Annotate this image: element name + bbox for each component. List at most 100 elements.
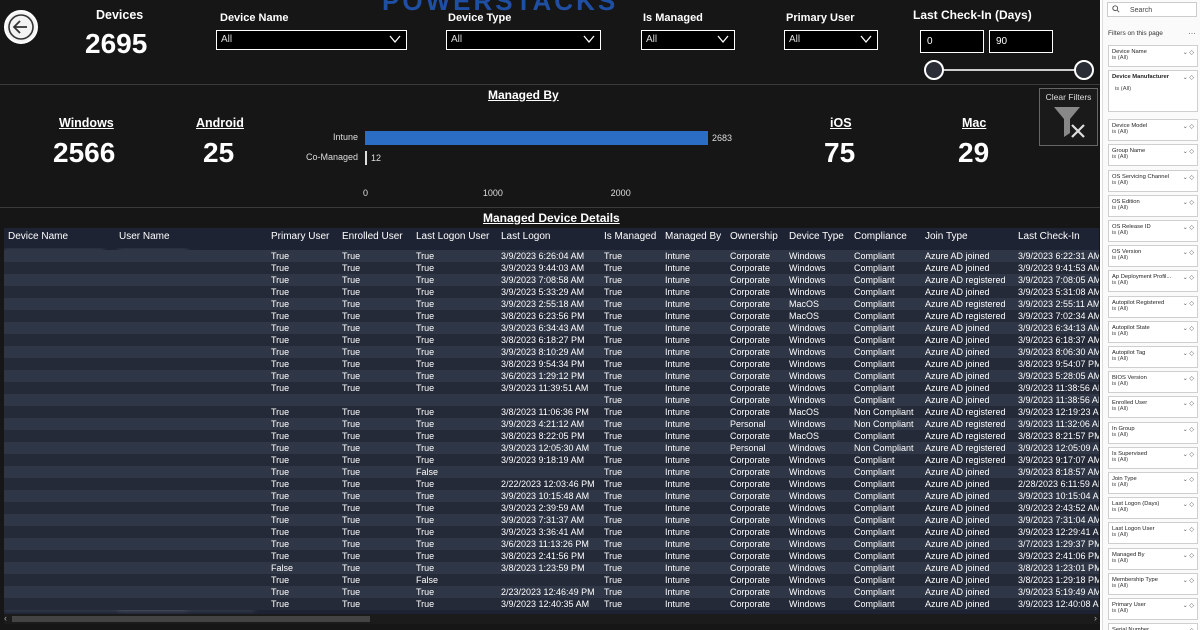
table-row[interactable]: True True True 3/9/2023 8:10:29 AM True Intun… [4,346,1099,358]
table-row[interactable]: True True True 3/9/2023 4:21:12 AM True Intun… [4,418,1099,430]
filter-card[interactable]: Primary User is (All) ⌄ ◇ [1108,598,1198,620]
chevron-down-icon[interactable]: ⌄ ◇ [1183,300,1194,307]
chevron-down-icon[interactable]: ⌄ ◇ [1183,552,1194,559]
table-row[interactable]: True Intune Corporate Windows Compliant Azure… [4,394,1099,406]
table-row[interactable]: True True True 3/6/2023 1:29:12 PM True Intun… [4,370,1099,382]
chevron-down-icon[interactable]: ⌄ ◇ [1183,577,1194,584]
chevron-down-icon[interactable]: ⌄ ◇ [1183,426,1194,433]
filter-card[interactable]: Ap Deployment Profil... is (All) ⌄ ◇ [1108,270,1198,293]
filter-card[interactable]: OS Edition is (All) ⌄ ◇ [1108,194,1198,217]
filter-card[interactable]: Device Model is (All) ⌄ ◇ [1108,119,1198,142]
back-button[interactable] [4,10,38,44]
filter-card[interactable]: Autopilot State is (All) ⌄ ◇ [1108,320,1198,343]
chevron-down-icon[interactable]: ⌄ ◇ [1183,174,1194,181]
scrollbar-thumb[interactable] [12,616,370,622]
filter-card[interactable]: Autopilot Registered is (All) ⌄ ◇ [1108,295,1198,318]
table-row[interactable]: True True True 3/9/2023 9:18:19 AM True Intun… [4,454,1099,466]
is-managed-dropdown[interactable]: All [641,30,735,50]
more-options-icon[interactable]: … [1188,27,1196,36]
column-header[interactable]: User Name [119,228,170,246]
filter-card[interactable]: Join Type is (All) ⌄ ◇ [1108,472,1198,494]
table-row[interactable]: True True True 3/8/2023 6:23:56 PM True Intun… [4,310,1099,322]
filter-card[interactable]: OS Release ID is (All) ⌄ ◇ [1108,220,1198,242]
chevron-down-icon[interactable]: ⌄ ◇ [1183,375,1194,382]
column-header[interactable]: Is Managed [604,228,656,246]
filter-card[interactable]: Device Manufacturer is (All) ⌄ ◇ [1108,70,1198,113]
column-header[interactable]: Enrolled User [342,228,403,246]
chevron-down-icon[interactable]: ⌄ ◇ [1183,451,1194,458]
table-row[interactable]: True True True 3/9/2023 6:26:04 AM True Intun… [4,250,1099,262]
table-row[interactable]: True True False True Intune Corporate Windows C… [4,574,1099,586]
chevron-down-icon[interactable]: ⌄ ◇ [1183,249,1194,256]
chevron-down-icon[interactable]: ⌄ ◇ [1183,274,1194,281]
chevron-down-icon[interactable]: ⌄ ◇ [1183,199,1194,206]
chevron-down-icon[interactable]: ⌄ ◇ [1183,526,1194,533]
table-row[interactable]: True True True 3/9/2023 6:34:43 AM True Intun… [4,322,1099,334]
table-row[interactable]: True True True 3/9/2023 12:40:35 AM True Intu… [4,598,1099,610]
filter-card[interactable]: Autopilot Tag is (All) ⌄ ◇ [1108,346,1198,368]
table-row[interactable]: True True True 3/8/2023 9:54:34 PM True Intun… [4,358,1099,370]
chevron-down-icon[interactable]: ⌄ ◇ [1183,350,1194,357]
table-horizontal-scrollbar[interactable]: ‹ › [4,613,1099,624]
chevron-down-icon[interactable]: ⌄ ◇ [1183,400,1194,407]
table-row[interactable]: True True True 3/9/2023 2:39:59 AM True Intun… [4,502,1099,514]
bar-intune[interactable] [365,131,708,145]
device-type-dropdown[interactable]: All [446,30,601,50]
column-header[interactable]: Last Logon User [416,228,489,246]
table-row[interactable]: True True True 3/6/2023 11:13:26 PM True Intu… [4,538,1099,550]
table-row[interactable]: True True True 3/9/2023 7:31:37 AM True Intun… [4,514,1099,526]
last-checkin-min-input[interactable]: 0 [920,30,984,53]
last-checkin-max-input[interactable]: 90 [989,30,1053,53]
filter-card[interactable]: In Group is (All) ⌄ ◇ [1108,421,1198,444]
filter-card[interactable]: OS Version is (All) ⌄ ◇ [1108,245,1198,268]
table-row[interactable]: True True True 3/9/2023 7:08:58 AM True Intun… [4,274,1099,286]
table-row[interactable]: True True True 2/22/2023 12:03:46 PM True Int… [4,478,1099,490]
table-row[interactable]: True True True 3/8/2023 2:41:56 PM True Intun… [4,550,1099,562]
slider-max-handle[interactable] [1074,60,1094,80]
chevron-down-icon[interactable]: ⌄ ◇ [1183,325,1194,332]
filter-card[interactable]: Serial Number⌄ ◇ [1108,623,1198,630]
table-row[interactable]: True True True 3/9/2023 12:05:30 AM True Intu… [4,442,1099,454]
filter-card[interactable]: Last Logon User is (All) ⌄ ◇ [1108,522,1198,545]
table-row[interactable]: True True True 3/9/2023 3:36:41 AM True Intun… [4,526,1099,538]
filter-card[interactable]: Enrolled User is (All) ⌄ ◇ [1108,396,1198,419]
clear-filters-button[interactable]: Clear Filters [1039,88,1098,146]
filter-card[interactable]: Membership Type is (All) ⌄ ◇ [1108,572,1198,595]
bar-co-managed[interactable] [365,151,367,165]
scroll-left-icon[interactable]: ‹ [4,613,7,623]
filter-card[interactable]: Device Name is (All) ⌄ ◇ [1108,45,1198,67]
table-row[interactable]: True True True 3/9/2023 5:33:29 AM True Intun… [4,286,1099,298]
chevron-down-icon[interactable]: ⌄ ◇ [1183,49,1194,56]
chevron-down-icon[interactable]: ⌄ ◇ [1183,224,1194,231]
column-header[interactable]: Last Logon [501,228,551,246]
column-header[interactable]: Managed By [665,228,721,246]
chevron-down-icon[interactable]: ⌄ ◇ [1183,602,1194,609]
filter-card[interactable]: Managed By is (All) ⌄ ◇ [1108,547,1198,570]
filter-card[interactable]: Group Name is (All) ⌄ ◇ [1108,144,1198,167]
table-row[interactable]: True True True 3/8/2023 11:06:36 PM True Intu… [4,406,1099,418]
table-row[interactable]: True True True 3/9/2023 10:15:48 AM True Intu… [4,490,1099,502]
chevron-down-icon[interactable]: ⌄ ◇ [1183,74,1194,81]
table-row[interactable]: True True False True Intune Corporate Windows C… [4,466,1099,478]
table-row[interactable]: True True True 3/8/2023 8:22:05 PM True Intun… [4,430,1099,442]
filter-card[interactable]: BIOS Version is (All) ⌄ ◇ [1108,371,1198,394]
filter-card[interactable]: Is Supervised is (All) ⌄ ◇ [1108,446,1198,469]
table-row[interactable]: True True True 3/8/2023 6:18:27 PM True Intun… [4,334,1099,346]
scroll-right-icon[interactable]: › [1094,613,1097,623]
table-row[interactable]: True True True 3/9/2023 2:55:18 AM True Intun… [4,298,1099,310]
device-details-table[interactable]: Device Name User Name Primary User Enrolled… [4,228,1099,614]
chevron-down-icon[interactable]: ⌄ ◇ [1183,501,1194,508]
filter-card[interactable]: OS Servicing Channel is (All) ⌄ ◇ [1108,169,1198,192]
filter-card[interactable]: Last Logon (Days) is (All) ⌄ ◇ [1108,497,1198,520]
table-row[interactable]: False True True 3/8/2023 1:23:59 PM True Intu… [4,562,1099,574]
chevron-down-icon[interactable]: ⌄ ◇ [1183,148,1194,155]
column-header[interactable]: Primary User [271,228,329,246]
primary-user-dropdown[interactable]: All [784,30,878,50]
chevron-down-icon[interactable]: ⌄ ◇ [1183,476,1194,483]
column-header[interactable]: Device Name [8,228,68,246]
column-header[interactable]: Ownership [730,228,778,246]
chevron-down-icon[interactable]: ⌄ ◇ [1183,123,1194,130]
filter-search-input[interactable]: Search [1107,2,1197,17]
column-header[interactable]: Compliance [854,228,907,246]
table-row[interactable]: True True True 3/9/2023 9:44:03 AM True Intun… [4,262,1099,274]
